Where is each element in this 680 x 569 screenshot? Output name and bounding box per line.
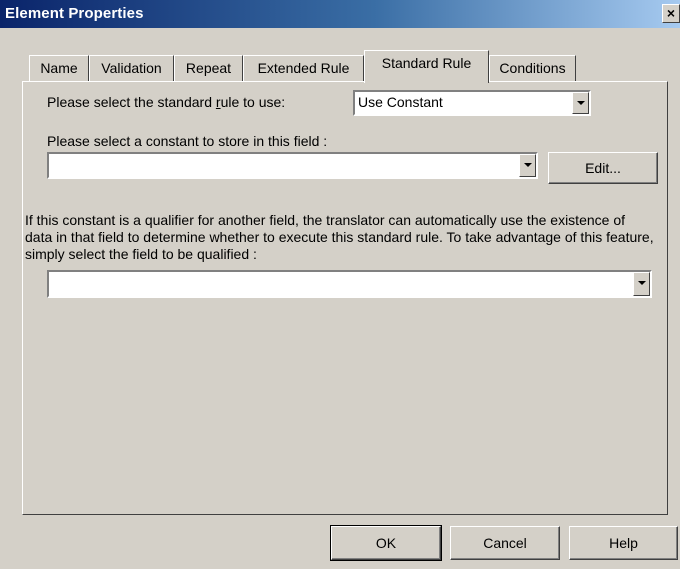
tab-label: Conditions (499, 60, 566, 76)
rule-dropdown-button[interactable] (572, 92, 589, 114)
close-button[interactable]: × (662, 4, 680, 23)
chevron-down-icon (638, 281, 646, 285)
constant-label: Please select a constant to store in thi… (47, 133, 328, 149)
rule-label-post: ule to use: (220, 94, 286, 110)
tab-extended-rule[interactable]: Extended Rule (243, 55, 364, 82)
constant-select[interactable] (47, 152, 538, 179)
rule-label-pre: Please select the standard (47, 94, 216, 110)
qualifier-dropdown-button[interactable] (633, 272, 650, 296)
title-bar[interactable]: Element Properties × (0, 0, 680, 28)
tab-label: Extended Rule (257, 60, 350, 76)
constant-dropdown-button[interactable] (519, 154, 536, 177)
tab-label: Name (40, 60, 78, 76)
chevron-down-icon (577, 101, 585, 105)
tab-label: Validation (101, 60, 162, 76)
qualifier-select[interactable] (47, 270, 652, 298)
window-title: Element Properties (5, 5, 144, 22)
tab-repeat[interactable]: Repeat (174, 55, 243, 82)
tab-label: Repeat (185, 60, 232, 76)
help-button[interactable]: Help (569, 526, 678, 560)
chevron-down-icon (524, 163, 532, 167)
tab-validation[interactable]: Validation (89, 55, 174, 82)
close-icon: × (666, 5, 676, 21)
edit-button[interactable]: Edit... (548, 152, 658, 184)
tab-standard-rule[interactable]: Standard Rule (364, 50, 489, 83)
tab-label: Standard Rule (381, 55, 472, 71)
rule-label: Please select the standard rule to use: (47, 94, 285, 110)
ok-button[interactable]: OK (330, 525, 442, 561)
rule-select-value: Use Constant (358, 94, 443, 110)
qualifier-description: If this constant is a qualifier for anot… (25, 212, 654, 262)
cancel-button[interactable]: Cancel (450, 526, 560, 560)
tab-conditions[interactable]: Conditions (489, 55, 576, 82)
tab-name[interactable]: Name (29, 55, 89, 82)
rule-select[interactable]: Use Constant (353, 90, 591, 116)
